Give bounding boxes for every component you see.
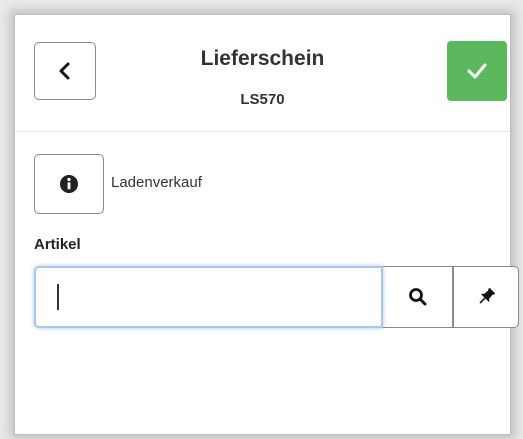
delivery-note-panel: Lieferschein LS570 Ladenverkauf Artikel (14, 14, 519, 435)
page-title: Lieferschein (200, 47, 325, 70)
pin-icon (479, 288, 495, 304)
article-input[interactable] (36, 268, 381, 326)
customer-name: Ladenverkauf (111, 174, 202, 191)
checkmark-icon (467, 63, 487, 79)
document-number: LS570 (240, 91, 285, 108)
header: Lieferschein LS570 (15, 15, 510, 132)
text-caret (57, 284, 59, 310)
search-icon (408, 288, 426, 306)
article-input-wrapper (34, 266, 383, 328)
confirm-button[interactable] (447, 41, 507, 101)
article-search-button[interactable] (383, 266, 453, 328)
info-circle-icon (60, 175, 78, 193)
article-label: Artikel (34, 236, 81, 253)
customer-info-button[interactable] (34, 154, 104, 214)
article-pin-button[interactable] (453, 266, 519, 328)
article-input-group (34, 266, 519, 328)
